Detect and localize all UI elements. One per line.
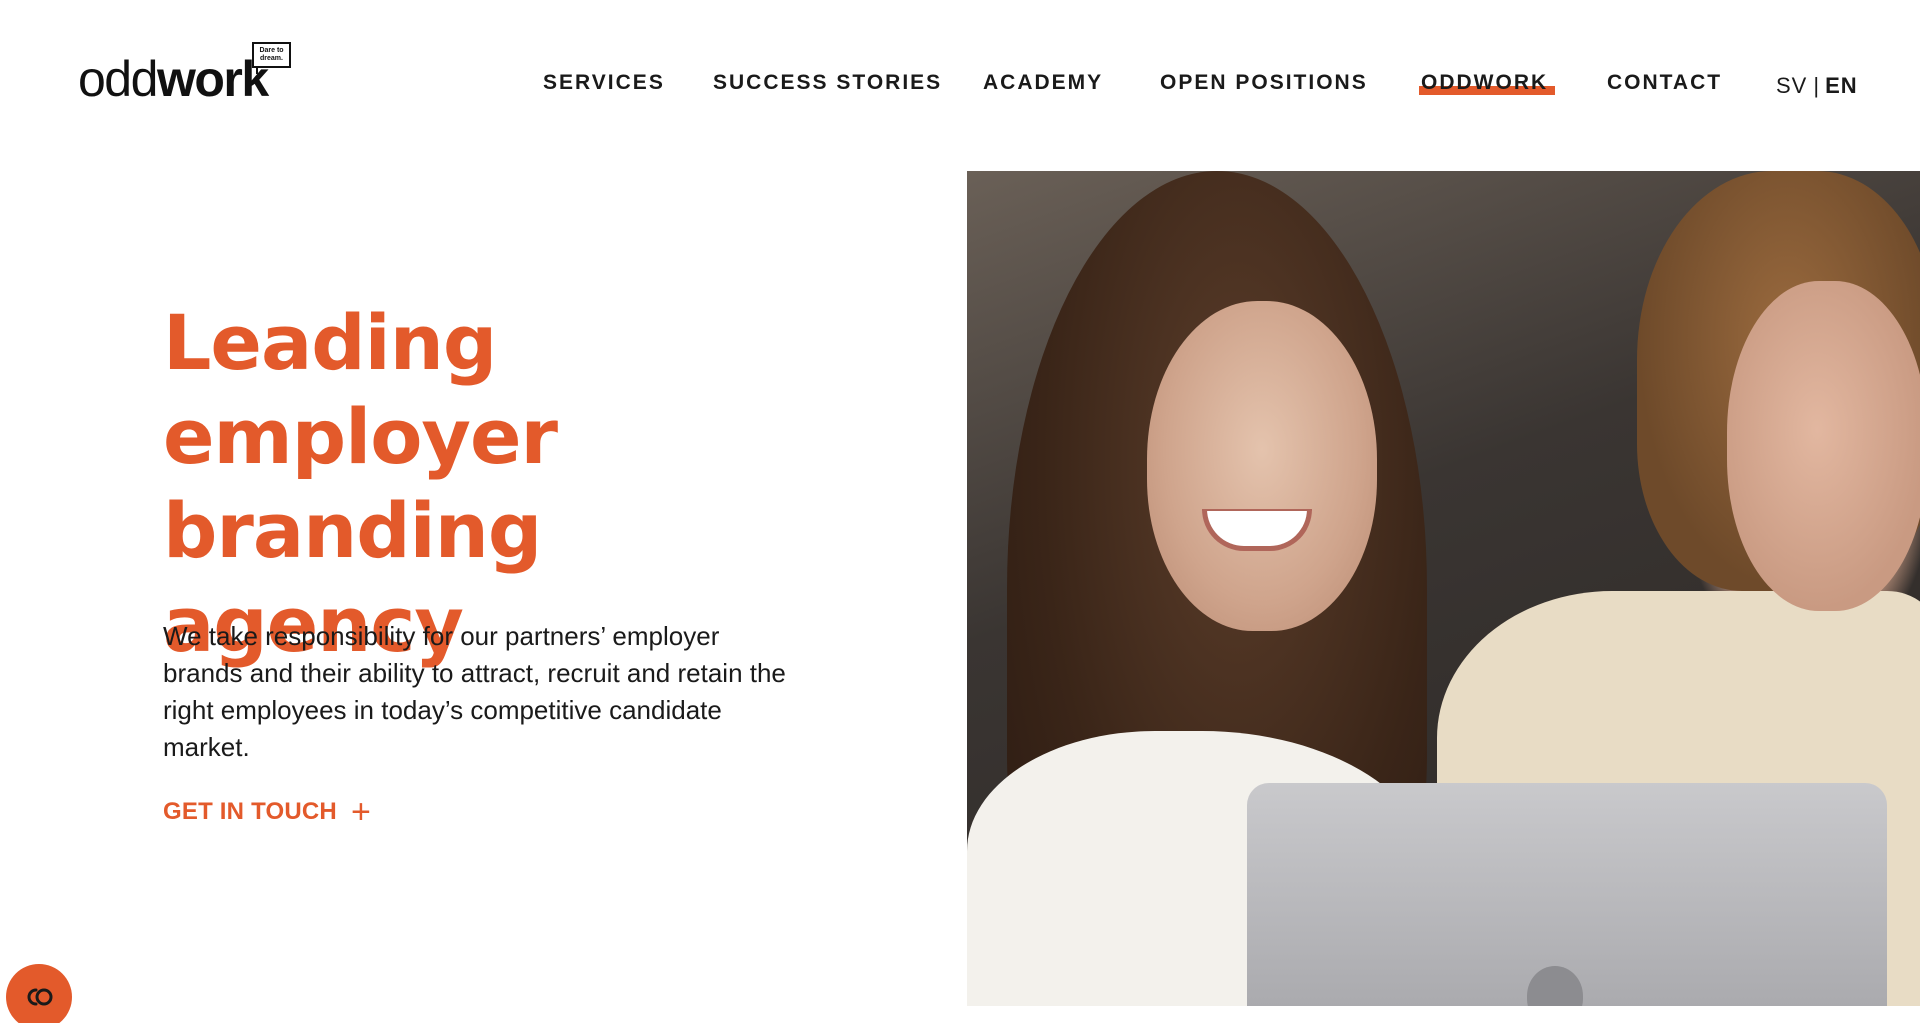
hero-title: Leading employer branding agency xyxy=(163,296,843,672)
oddwork-logo[interactable]: oddwork Dare to dream. xyxy=(78,42,293,104)
hero-title-line: Leading xyxy=(163,298,497,387)
nav-services[interactable]: SERVICES xyxy=(543,68,665,98)
lang-sv[interactable]: SV xyxy=(1776,73,1807,98)
hero-title-line: employer xyxy=(163,392,558,481)
chat-button[interactable] xyxy=(6,964,72,1023)
nav-contact[interactable]: CONTACT xyxy=(1607,68,1722,98)
photo-shape xyxy=(1727,281,1920,611)
logo-wordmark: oddwork xyxy=(78,51,269,107)
nav-success-stories[interactable]: SUCCESS STORIES xyxy=(713,68,942,98)
photo-shape xyxy=(1147,301,1377,631)
lang-separator: | xyxy=(1813,73,1820,98)
cta-label: GET IN TOUCH xyxy=(163,798,337,825)
plus-icon: + xyxy=(350,793,372,831)
nav-open-positions[interactable]: OPEN POSITIONS xyxy=(1160,68,1368,98)
lang-en[interactable]: EN xyxy=(1825,73,1858,98)
site-header: oddwork Dare to dream. SERVICES SUCCESS … xyxy=(0,0,1920,150)
nav-academy[interactable]: ACADEMY xyxy=(983,68,1103,98)
hero-description: We take responsibility for our partners’… xyxy=(163,621,786,762)
hero-photo xyxy=(967,171,1920,1006)
chat-icon xyxy=(27,988,53,1006)
nav-oddwork[interactable]: ODDWORK xyxy=(1421,68,1548,98)
language-switcher: SV | EN xyxy=(1776,72,1858,100)
logo-tagline-bubble: Dare to dream. xyxy=(252,42,291,74)
get-in-touch-link[interactable]: GET IN TOUCH + xyxy=(163,793,372,831)
